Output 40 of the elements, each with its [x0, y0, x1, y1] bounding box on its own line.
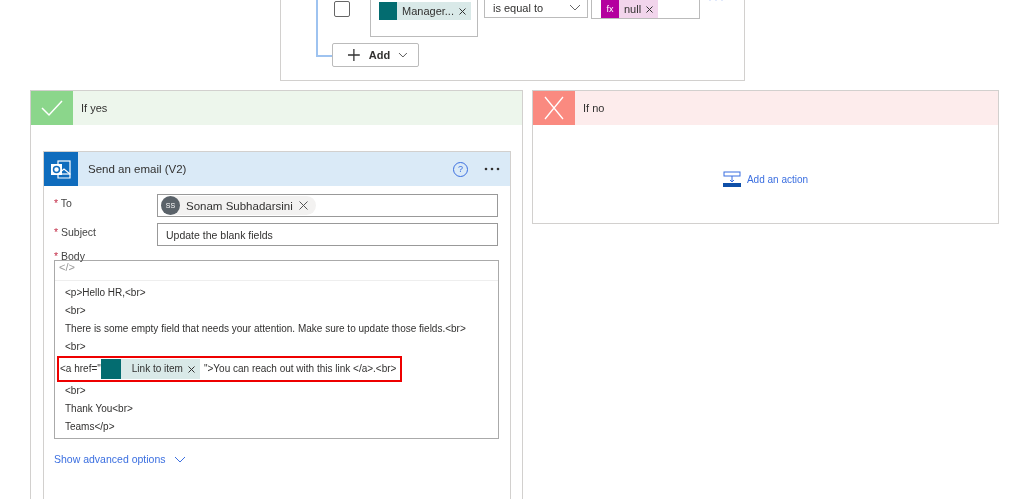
checkmark-icon: [31, 91, 73, 125]
dynamic-token[interactable]: Manager...: [379, 2, 471, 20]
more-icon[interactable]: [484, 167, 500, 171]
mail-icon: [44, 152, 78, 186]
subject-field[interactable]: Update the blank fields: [157, 223, 498, 246]
add-action-link[interactable]: Add an action: [722, 171, 809, 187]
function-icon: fx: [601, 0, 619, 18]
field-label: * Body: [54, 250, 86, 262]
action-title: Send an email (V2): [88, 163, 188, 175]
value-field[interactable]: fx null: [591, 0, 700, 19]
chevron-down-icon: [398, 52, 408, 58]
field-label: * To: [54, 196, 73, 209]
code-line: <p>Hello HR,<br>: [65, 286, 147, 300]
connector-line: [316, 0, 332, 60]
plus-icon: [347, 48, 361, 62]
code-line: <br>: [65, 340, 87, 354]
code-line: Thank You<br>: [65, 402, 134, 416]
code-line: <br>: [65, 384, 87, 398]
add-step-icon: [722, 171, 741, 187]
branch-title: If yes: [81, 102, 108, 114]
close-icon[interactable]: [646, 5, 654, 13]
dynamic-token[interactable]: Link to item: [100, 359, 200, 379]
action-header[interactable]: Send an email (V2) ?: [44, 152, 510, 186]
operator-dropdown[interactable]: is equal to: [484, 0, 588, 18]
branch-title: If no: [583, 102, 605, 114]
chevron-down-icon: [569, 4, 581, 12]
add-button[interactable]: Add: [332, 43, 419, 67]
expression-token[interactable]: fx null: [601, 0, 659, 18]
chevron-down-icon: [173, 455, 186, 463]
close-icon[interactable]: [298, 201, 308, 210]
code-line: <br>: [65, 304, 87, 318]
code-line: There is some empty field that needs your attention. Make sure to update those fields.<br>: [65, 322, 467, 336]
show-advanced-link[interactable]: Show advanced options: [54, 453, 186, 465]
code-line: Teams</p>: [65, 420, 116, 434]
close-icon[interactable]: [187, 365, 195, 373]
value-field[interactable]: Manager...: [370, 0, 478, 37]
close-icon: [533, 91, 575, 125]
close-icon[interactable]: [459, 7, 466, 15]
checkbox[interactable]: [334, 1, 350, 17]
field-label: * Subject: [54, 225, 98, 238]
